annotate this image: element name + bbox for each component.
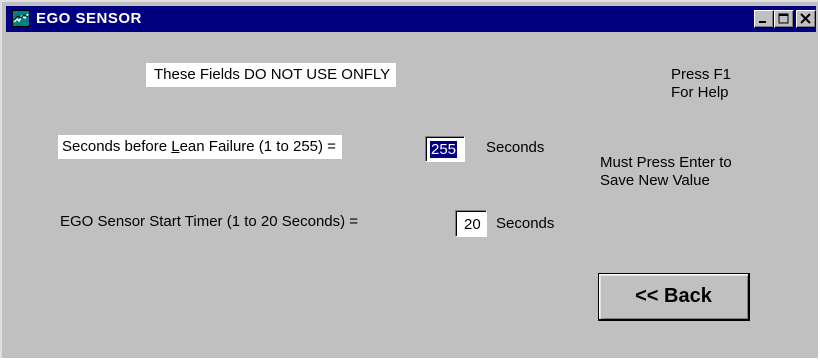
enter-hint-line1: Must Press Enter to [600,154,732,171]
close-button[interactable] [796,10,816,28]
start-timer-label: EGO Sensor Start Timer (1 to 20 Seconds)… [60,213,359,230]
window-title: EGO SENSOR [36,10,142,27]
lean-failure-label: Seconds before Lean Failure (1 to 255) = [58,135,342,159]
help-hint-line1: Press F1 [671,66,732,83]
onfly-notice: These Fields DO NOT USE ONFLY [146,63,397,87]
start-timer-value: 20 [464,216,481,233]
close-icon [800,13,811,24]
ego-sensor-window: EGO SENSOR These Fields DO NOT USE ONFLY… [0,0,819,359]
back-button[interactable]: << Back [598,273,750,321]
lean-failure-unit: Seconds [486,139,545,156]
lean-failure-label-post: ean Failure (1 to 255) = [179,138,336,155]
lean-failure-seconds-input[interactable]: 255 [425,136,465,162]
maximize-icon [778,13,789,24]
title-bar[interactable]: EGO SENSOR [6,6,816,32]
lean-failure-value: 255 [430,141,458,158]
enter-hint-line2: Save New Value [600,172,710,189]
start-timer-seconds-input[interactable]: 20 [455,210,487,237]
minimize-button[interactable] [754,10,774,28]
maximize-button[interactable] [774,10,794,28]
minimize-icon [759,21,766,23]
lean-failure-label-pre: Seconds before [62,138,172,155]
lean-failure-label-hotkey: L [171,138,180,155]
start-timer-unit: Seconds [496,215,555,232]
ego-sensor-app-icon[interactable] [12,10,30,27]
help-hint-line2: For Help [671,84,729,101]
